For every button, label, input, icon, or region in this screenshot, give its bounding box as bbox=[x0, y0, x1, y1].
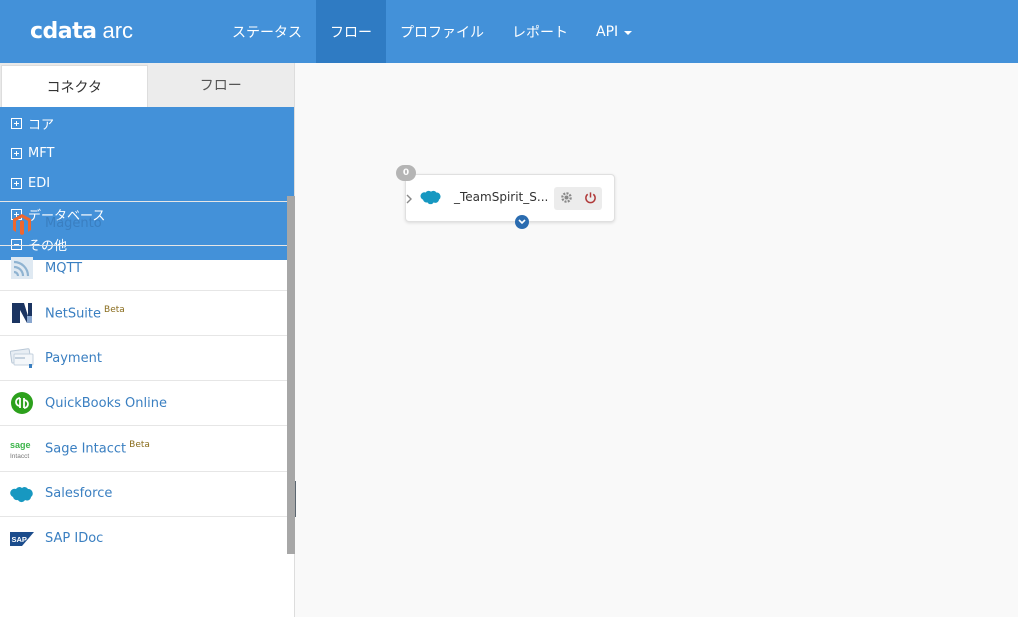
sage-intacct-icon: sage Intacct bbox=[10, 437, 34, 461]
category-label: EDI bbox=[28, 176, 51, 192]
connector-label: QuickBooks Online bbox=[45, 395, 167, 411]
magento-icon bbox=[10, 212, 34, 236]
nav-profile-label: プロファイル bbox=[400, 24, 484, 41]
scrollbar-thumb[interactable] bbox=[287, 196, 295, 554]
connector-quickbooks[interactable]: QuickBooks Online bbox=[0, 381, 287, 427]
nav-status[interactable]: ステータス bbox=[218, 0, 316, 63]
salesforce-icon bbox=[420, 189, 442, 205]
connector-name: Sage Intacct bbox=[45, 441, 127, 457]
expand-plus-icon bbox=[11, 178, 22, 190]
input-port-chevron-right-icon[interactable] bbox=[403, 191, 415, 207]
connector-label: Payment bbox=[45, 350, 102, 366]
app-logo[interactable]: cdata arc bbox=[30, 18, 133, 46]
category-edi[interactable]: EDI bbox=[0, 169, 294, 199]
svg-text:SAP: SAP bbox=[12, 535, 27, 544]
connector-label: Salesforce bbox=[45, 486, 113, 502]
connector-list: Magento MQTT NetSuite Beta Payment QuickB… bbox=[0, 196, 295, 554]
flow-canvas[interactable] bbox=[296, 63, 1018, 617]
connector-list-scrollbar[interactable] bbox=[287, 196, 295, 554]
netsuite-icon bbox=[10, 301, 34, 325]
connector-label: SAP IDoc bbox=[45, 531, 104, 547]
connector-label: NetSuite Beta bbox=[45, 305, 125, 321]
connector-sage-intacct[interactable]: sage Intacct Sage Intacct Beta bbox=[0, 426, 287, 472]
nav-profile[interactable]: プロファイル bbox=[386, 0, 498, 63]
nav-status-label: ステータス bbox=[232, 24, 302, 41]
connector-name: NetSuite bbox=[45, 306, 102, 322]
main-nav: ステータス フロー プロファイル レポート API bbox=[218, 0, 646, 63]
connector-salesforce[interactable]: Salesforce bbox=[0, 472, 287, 517]
gear-icon[interactable] bbox=[560, 189, 573, 208]
flow-node-label: _TeamSpirit_S... bbox=[454, 190, 549, 204]
nav-reports-label: レポート bbox=[512, 24, 568, 41]
salesforce-icon bbox=[10, 482, 34, 506]
expand-plus-icon bbox=[11, 148, 22, 160]
sidebar-tabs: コネクタ フロー bbox=[0, 63, 294, 107]
payment-icon bbox=[10, 346, 34, 370]
output-port-chevron-down-icon[interactable] bbox=[515, 215, 529, 229]
nav-api-dropdown[interactable]: API bbox=[582, 0, 646, 63]
category-core[interactable]: コア bbox=[0, 108, 294, 138]
connector-payment[interactable]: Payment bbox=[0, 336, 287, 382]
caret-down-icon bbox=[624, 30, 633, 35]
category-mft[interactable]: MFT bbox=[0, 138, 294, 168]
sap-icon: SAP bbox=[10, 527, 34, 551]
nav-flows[interactable]: フロー bbox=[316, 0, 386, 63]
connector-label: Magento bbox=[45, 216, 102, 232]
beta-badge: Beta bbox=[104, 305, 125, 316]
mqtt-icon bbox=[10, 256, 34, 280]
flow-node-salesforce[interactable]: _TeamSpirit_S... bbox=[405, 174, 615, 222]
flow-node-badge: 0 bbox=[396, 165, 416, 181]
flow-node-actions bbox=[554, 187, 602, 210]
nav-flows-label: フロー bbox=[330, 24, 372, 41]
tab-connectors[interactable]: コネクタ bbox=[1, 65, 148, 107]
category-label: コア bbox=[28, 117, 55, 133]
logo-brand: cdata bbox=[30, 19, 97, 44]
power-icon[interactable] bbox=[584, 189, 597, 208]
svg-text:sage: sage bbox=[10, 440, 31, 450]
logo-product: arc bbox=[102, 18, 134, 43]
connector-sap-idoc[interactable]: SAP SAP IDoc bbox=[0, 517, 287, 554]
svg-text:Intacct: Intacct bbox=[10, 453, 29, 460]
top-header: cdata arc ステータス フロー プロファイル レポート API bbox=[0, 0, 1018, 63]
connector-mqtt[interactable]: MQTT bbox=[0, 246, 287, 292]
quickbooks-icon bbox=[10, 391, 34, 415]
connector-label: MQTT bbox=[45, 260, 83, 276]
expand-plus-icon bbox=[11, 117, 22, 129]
connector-label: Sage Intacct Beta bbox=[45, 440, 150, 456]
tab-flows[interactable]: フロー bbox=[147, 63, 294, 107]
nav-reports[interactable]: レポート bbox=[498, 0, 582, 63]
category-label: MFT bbox=[28, 146, 55, 162]
connector-magento[interactable]: Magento bbox=[0, 201, 287, 247]
beta-badge: Beta bbox=[129, 440, 150, 451]
connector-netsuite[interactable]: NetSuite Beta bbox=[0, 291, 287, 337]
nav-api-label: API bbox=[596, 23, 619, 40]
